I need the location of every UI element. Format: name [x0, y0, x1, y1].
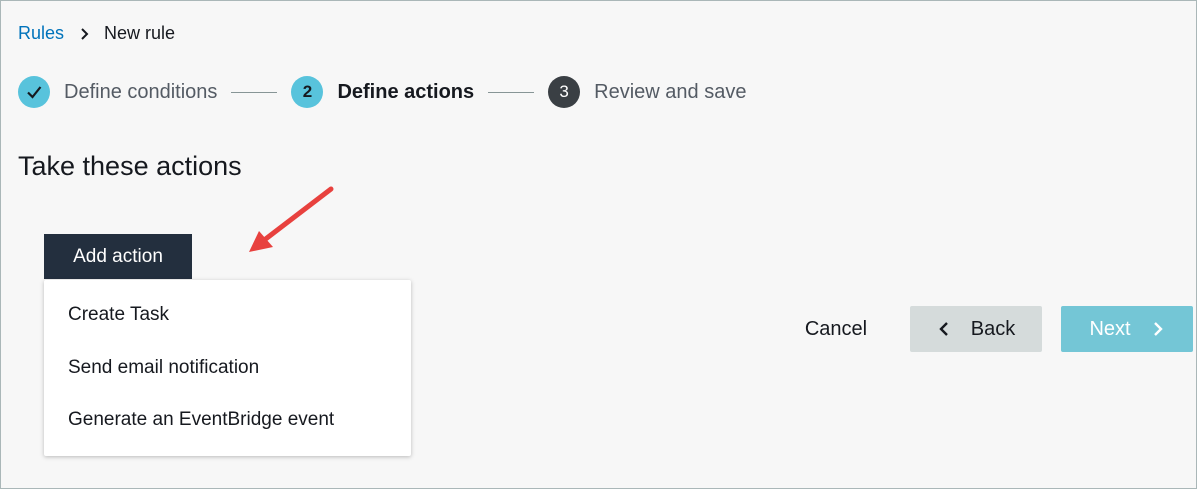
step-number-badge: 3 [548, 76, 581, 108]
menu-item-generate-eventbridge-event[interactable]: Generate an EventBridge event [68, 409, 334, 431]
step-define-actions: Define actions [337, 80, 475, 103]
chevron-right-icon [81, 27, 89, 40]
step-connector [231, 91, 278, 93]
menu-item-send-email-notification[interactable]: Send email notification [68, 357, 259, 379]
step-connector [488, 91, 535, 93]
menu-item-create-task[interactable]: Create Task [68, 304, 169, 326]
add-action-button[interactable]: Add action [44, 234, 192, 279]
step-define-conditions[interactable]: Define conditions [64, 81, 217, 104]
wizard-steps: Define conditions 2 Define actions 3 Rev… [18, 75, 746, 109]
next-button[interactable]: Next [1061, 306, 1193, 352]
step-review-and-save: Review and save [594, 80, 747, 103]
cancel-label: Cancel [804, 317, 868, 340]
chevron-right-icon [1153, 322, 1163, 336]
chevron-left-icon [939, 322, 948, 336]
breadcrumb: Rules New rule [18, 23, 175, 44]
page-frame: Rules New rule Define conditions 2 Defin… [0, 0, 1197, 489]
cancel-button[interactable]: Cancel [791, 306, 881, 352]
add-action-menu: Create Task Send email notification Gene… [44, 280, 411, 456]
next-label: Next [1089, 317, 1131, 340]
step-number-badge: 2 [291, 76, 324, 108]
breadcrumb-current: New rule [104, 23, 176, 43]
back-button[interactable]: Back [910, 306, 1042, 352]
red-arrow-icon [249, 186, 334, 252]
breadcrumb-rules-link[interactable]: Rules [18, 23, 64, 44]
section-title: Take these actions [18, 151, 242, 181]
back-label: Back [970, 317, 1016, 340]
checkmark-icon [18, 76, 50, 108]
